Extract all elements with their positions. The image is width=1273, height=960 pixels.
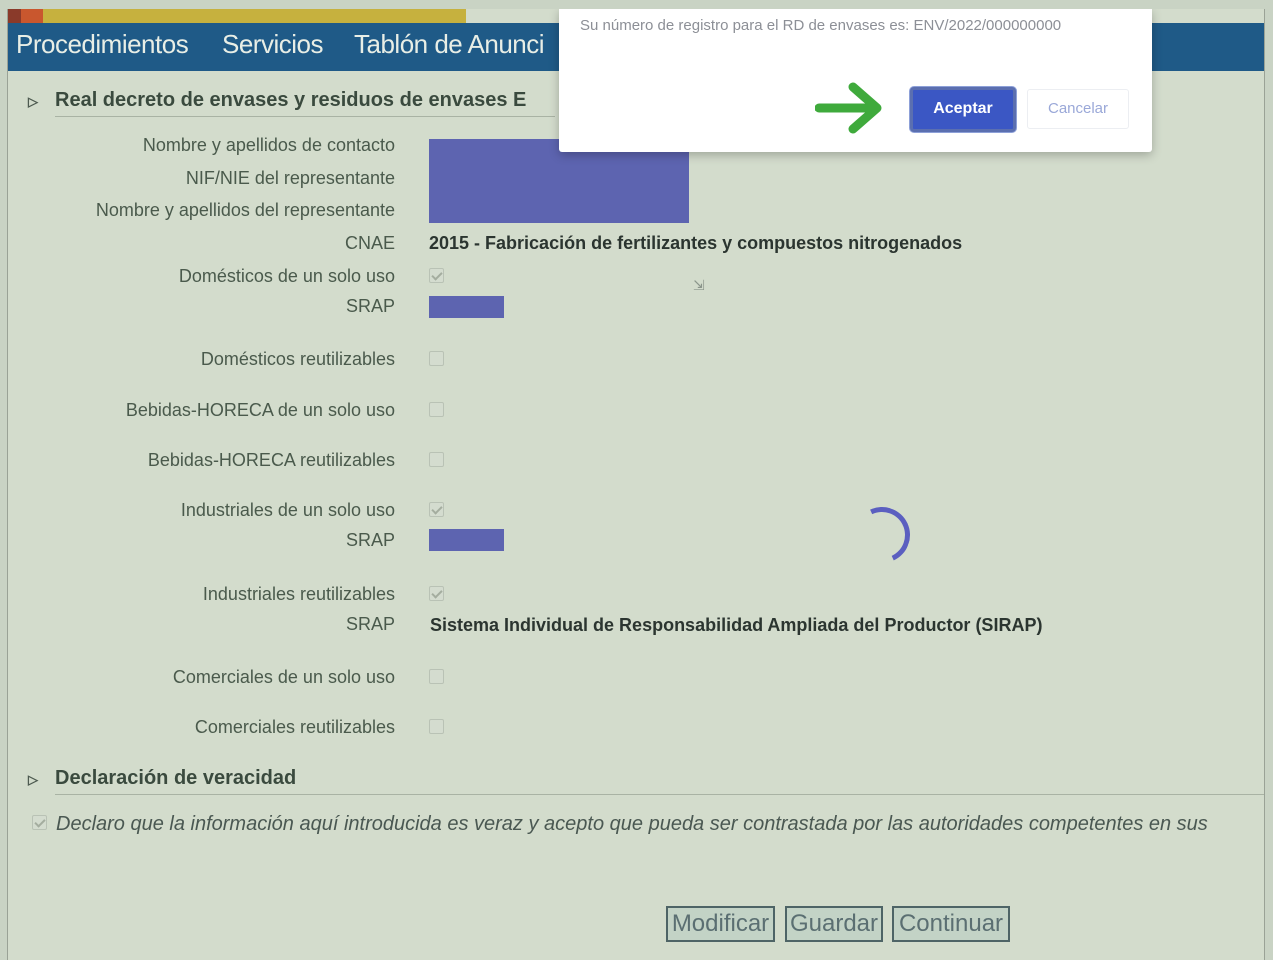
srap-industriales-label: SRAP: [345, 530, 395, 550]
accept-button[interactable]: Aceptar: [910, 87, 1016, 132]
cnae-value: 2015 - Fabricación de fertilizantes y co…: [429, 233, 963, 253]
bebidas-unico-label: Bebidas-HORECA de un solo uso: [125, 400, 395, 420]
comerciales-unico-label: Comerciales de un solo uso: [172, 667, 395, 687]
nav-item-tablon-anuncios[interactable]: Tablón de Anunci: [354, 29, 545, 60]
contact-name-label: Nombre y apellidos de contacto: [142, 135, 395, 155]
comerciales-reut-label: Comerciales reutilizables: [194, 717, 395, 737]
collapse-chevron-icon: ▷: [28, 94, 38, 109]
industriales-unico-label: Industriales de un solo uso: [180, 500, 395, 520]
section-divider: [55, 116, 555, 117]
domesticos-unico-label: Domésticos de un solo uso: [178, 266, 395, 286]
dialog-message: Su número de registro para el RD de enva…: [580, 17, 1062, 34]
industriales-reut-label: Industriales reutilizables: [202, 584, 395, 604]
declaration-text: Declaro que la información aquí introduc…: [56, 813, 1208, 835]
srap-industriales-reut-value: Sistema Individual de Responsabilidad Am…: [430, 615, 1043, 635]
bebidas-unico-checkbox[interactable]: [429, 402, 444, 417]
section-title-envases: Real decreto de envases y residuos de en…: [55, 89, 527, 111]
comerciales-reut-checkbox[interactable]: [429, 719, 444, 734]
header-stripe-orange: [21, 9, 43, 23]
domesticos-unico-checkbox[interactable]: [429, 268, 444, 283]
srap-industriales-reut-label: SRAP: [345, 614, 395, 634]
nav-item-procedimientos[interactable]: Procedimientos: [16, 29, 189, 60]
nif-label: NIF/NIE del representante: [185, 168, 395, 188]
browser-viewport: Procedimientos Servicios Tablón de Anunc…: [7, 9, 1265, 960]
redacted-srap-domesticos: [429, 296, 504, 318]
declaration-checkbox[interactable]: [32, 815, 47, 830]
bebidas-reut-label: Bebidas-HORECA reutilizables: [147, 450, 395, 470]
cnae-label: CNAE: [344, 233, 395, 253]
mouse-cursor-icon: ⇲: [693, 277, 705, 293]
section-title-veracidad: Declaración de veracidad: [55, 767, 297, 789]
collapse-chevron-icon: ▷: [28, 772, 38, 787]
registration-dialog: Su número de registro para el RD de enva…: [559, 9, 1152, 152]
redacted-srap-industriales: [429, 529, 504, 551]
save-button[interactable]: Guardar: [785, 906, 883, 942]
section-header-envases[interactable]: ▷ Real decreto de envases y residuos de e…: [28, 89, 526, 117]
rep-name-label: Nombre y apellidos del representante: [95, 200, 395, 220]
loading-spinner-icon: [846, 499, 918, 571]
industriales-reut-checkbox[interactable]: [429, 586, 444, 601]
section-divider: [55, 794, 1264, 795]
nav-item-servicios[interactable]: Servicios: [222, 29, 323, 60]
domesticos-reut-checkbox[interactable]: [429, 351, 444, 366]
header-stripe-yellow: [43, 9, 466, 23]
industriales-unico-checkbox[interactable]: [429, 502, 444, 517]
domesticos-reut-label: Domésticos reutilizables: [200, 349, 395, 369]
srap-domesticos-label: SRAP: [345, 296, 395, 316]
cancel-button[interactable]: Cancelar: [1027, 89, 1129, 129]
bebidas-reut-checkbox[interactable]: [429, 452, 444, 467]
section-header-veracidad[interactable]: ▷ Declaración de veracidad: [28, 767, 296, 795]
continue-button[interactable]: Continuar: [892, 906, 1010, 942]
comerciales-unico-checkbox[interactable]: [429, 669, 444, 684]
modify-button[interactable]: Modificar: [666, 906, 775, 942]
header-stripe-red: [8, 9, 21, 23]
green-arrow-icon: [815, 82, 882, 134]
